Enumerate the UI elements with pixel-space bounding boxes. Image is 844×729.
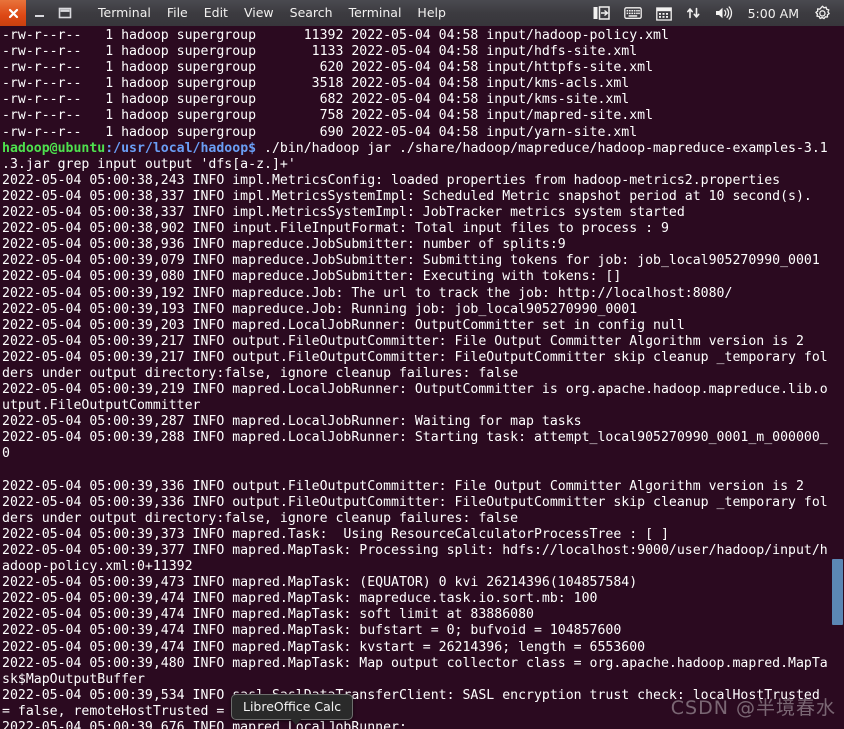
maximize-icon bbox=[58, 7, 72, 19]
terminal-line: 2022-05-04 05:00:38,337 INFO impl.Metric… bbox=[2, 205, 685, 221]
volume-glyph bbox=[715, 6, 732, 20]
terminal-line: 2022-05-04 05:00:39,219 INFO mapred.Loca… bbox=[2, 382, 828, 398]
menu-item-help[interactable]: Help bbox=[409, 0, 454, 26]
terminal-line: 2022-05-04 05:00:39,474 INFO mapred.MapT… bbox=[2, 623, 622, 639]
terminal-line: 2022-05-04 05:00:39,217 INFO output.File… bbox=[2, 349, 828, 365]
terminal-line: 2022-05-04 05:00:39,474 INFO mapred.MapT… bbox=[2, 607, 534, 623]
terminal-line: = false, remoteHostTrusted = false bbox=[2, 703, 272, 719]
terminal-line: ders under output directory:false, ignor… bbox=[2, 365, 519, 381]
terminal-line: sk$MapOutputBuffer bbox=[2, 671, 145, 687]
menu-item-file[interactable]: File bbox=[159, 0, 196, 26]
terminal-line: 2022-05-04 05:00:39,474 INFO mapred.MapT… bbox=[2, 591, 598, 607]
terminal-line: 2022-05-04 05:00:39,336 INFO output.File… bbox=[2, 494, 828, 510]
terminal-line: 2022-05-04 05:00:38,902 INFO input.FileI… bbox=[2, 221, 669, 237]
terminal-line: 2022-05-04 05:00:39,079 INFO mapreduce.J… bbox=[2, 253, 820, 269]
system-tray: 5:00 AM bbox=[586, 0, 844, 26]
top-panel: Terminal File Edit View Search Terminal … bbox=[0, 0, 844, 26]
network-glyph bbox=[686, 7, 700, 19]
prompt-path: :/usr/local/hadoop$ bbox=[105, 140, 257, 156]
terminal-line: 2022-05-04 05:00:39,193 INFO mapreduce.J… bbox=[2, 301, 638, 317]
terminal-line: -rw-r--r-- 1 hadoop supergroup 758 2022-… bbox=[2, 108, 654, 124]
terminal-line: 0 bbox=[2, 446, 10, 462]
terminal-line: 2022-05-04 05:00:39,473 INFO mapred.MapT… bbox=[2, 575, 638, 591]
clock[interactable]: 5:00 AM bbox=[740, 6, 807, 21]
terminal-line: .3.jar grep input output 'dfs[a-z.]+' bbox=[2, 156, 296, 172]
network-icon[interactable] bbox=[679, 0, 708, 26]
keyboard-icon[interactable] bbox=[617, 0, 649, 26]
terminal-line: 2022-05-04 05:00:39,287 INFO mapred.Loca… bbox=[2, 414, 582, 430]
terminal-line: -rw-r--r-- 1 hadoop supergroup 11392 202… bbox=[2, 28, 669, 43]
maximize-window-button[interactable] bbox=[52, 0, 78, 26]
prompt-user-host: hadoop@ubuntu bbox=[2, 140, 106, 156]
session-indicator-icon[interactable] bbox=[586, 0, 617, 26]
system-settings-icon[interactable] bbox=[807, 0, 838, 26]
menu-item-edit[interactable]: Edit bbox=[196, 0, 236, 26]
terminal-line: 2022-05-04 05:00:39,373 INFO mapred.Task… bbox=[2, 526, 669, 542]
window-controls bbox=[0, 0, 78, 26]
terminal-line: 2022-05-04 05:00:39,534 INFO sasl.SaslDa… bbox=[2, 687, 820, 703]
terminal-line: -rw-r--r-- 1 hadoop supergroup 1133 2022… bbox=[2, 44, 638, 60]
terminal-line: 2022-05-04 05:00:39,474 INFO mapred.MapT… bbox=[2, 639, 646, 655]
terminal-line: -rw-r--r-- 1 hadoop supergroup 682 2022-… bbox=[2, 92, 630, 108]
terminal-line: 2022-05-04 05:00:39,676 INFO mapred.Loca… bbox=[2, 720, 415, 729]
terminal-window[interactable]: -rw-r--r-- 1 hadoop supergroup 11392 202… bbox=[0, 26, 844, 729]
minimize-icon bbox=[34, 14, 44, 17]
calendar-glyph bbox=[655, 6, 672, 21]
terminal-line: 2022-05-04 05:00:38,936 INFO mapreduce.J… bbox=[2, 237, 566, 253]
menu-item-search[interactable]: Search bbox=[282, 0, 341, 26]
terminal-line: 2022-05-04 05:00:39,203 INFO mapred.Loca… bbox=[2, 317, 685, 333]
tooltip-arrow bbox=[288, 716, 304, 725]
terminal-line: 2022-05-04 05:00:39,080 INFO mapreduce.J… bbox=[2, 269, 622, 285]
session-indicator-glyph bbox=[593, 6, 610, 20]
terminal-line: adoop-policy.xml:0+11392 bbox=[2, 559, 193, 575]
menu-item-view[interactable]: View bbox=[236, 0, 282, 26]
terminal-line: 2022-05-04 05:00:39,192 INFO mapreduce.J… bbox=[2, 285, 733, 301]
scrollbar-thumb[interactable] bbox=[832, 559, 843, 625]
terminal-line: 2022-05-04 05:00:38,337 INFO impl.Metric… bbox=[2, 188, 812, 204]
terminal-scrollbar[interactable] bbox=[831, 26, 844, 729]
close-window-button[interactable] bbox=[0, 0, 26, 26]
menu-item-terminal[interactable]: Terminal bbox=[341, 0, 410, 26]
menubar: Terminal File Edit View Search Terminal … bbox=[90, 0, 454, 26]
minimize-window-button[interactable] bbox=[26, 0, 52, 26]
terminal-prompt-line: hadoop@ubuntu:/usr/local/hadoop$ ./bin/h… bbox=[2, 141, 838, 157]
close-icon bbox=[8, 8, 18, 18]
calendar-icon[interactable] bbox=[649, 0, 679, 26]
gear-icon bbox=[815, 5, 830, 19]
terminal-line: 2022-05-04 05:00:39,377 INFO mapred.MapT… bbox=[2, 543, 828, 558]
menu-item-terminal-app[interactable]: Terminal bbox=[90, 0, 159, 26]
terminal-output: -rw-r--r-- 1 hadoop supergroup 11392 202… bbox=[2, 28, 838, 729]
terminal-line: 2022-05-04 05:00:38,243 INFO impl.Metric… bbox=[2, 172, 781, 188]
terminal-line: utput.FileOutputCommitter bbox=[2, 398, 201, 414]
terminal-line: 2022-05-04 05:00:39,217 INFO output.File… bbox=[2, 333, 804, 349]
terminal-line: -rw-r--r-- 1 hadoop supergroup 620 2022-… bbox=[2, 60, 654, 76]
terminal-line: 2022-05-04 05:00:39,336 INFO output.File… bbox=[2, 478, 804, 494]
terminal-line: -rw-r--r-- 1 hadoop supergroup 3518 2022… bbox=[2, 76, 630, 92]
prompt-command: ./bin/hadoop jar ./share/hadoop/mapreduc… bbox=[256, 140, 828, 156]
terminal-line: 2022-05-04 05:00:39,288 INFO mapred.Loca… bbox=[2, 430, 828, 446]
terminal-line: -rw-r--r-- 1 hadoop supergroup 690 2022-… bbox=[2, 124, 638, 140]
terminal-line: 2022-05-04 05:00:39,480 INFO mapred.MapT… bbox=[2, 655, 828, 671]
volume-icon[interactable] bbox=[708, 0, 740, 26]
keyboard-glyph bbox=[623, 7, 642, 19]
terminal-line: ders under output directory:false, ignor… bbox=[2, 510, 519, 526]
